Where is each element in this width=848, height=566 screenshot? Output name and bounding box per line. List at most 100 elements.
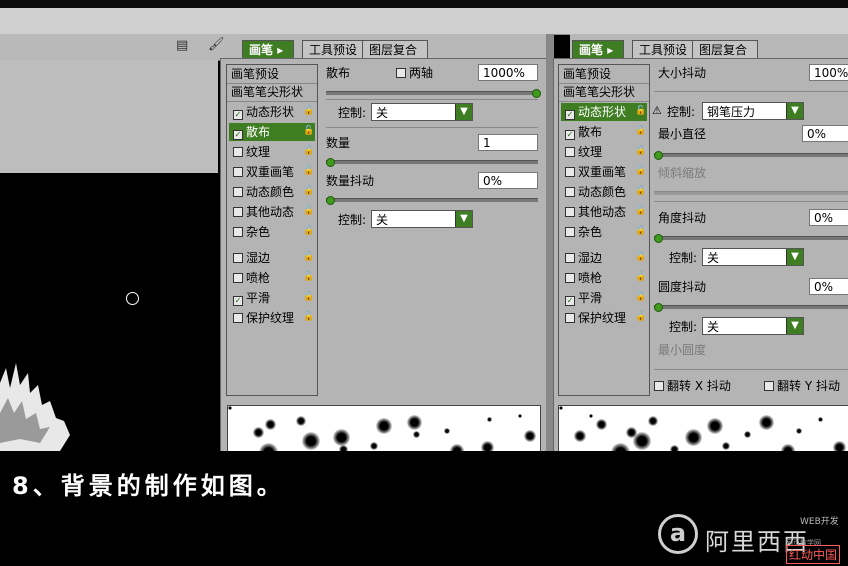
flip-y-checkbox[interactable]: 翻转 Y 抖动 xyxy=(764,378,840,394)
lock-icon[interactable]: 🔓 xyxy=(303,253,314,262)
lock-icon[interactable]: 🔓 xyxy=(635,273,646,282)
control-select[interactable]: 关 ▼ xyxy=(371,103,473,121)
slider-knob[interactable] xyxy=(654,151,663,160)
flip-x-checkbox[interactable]: 翻转 X 抖动 xyxy=(654,378,731,394)
list-item[interactable]: 杂色 🔓 xyxy=(561,223,647,241)
count-jitter-value[interactable]: 0% xyxy=(478,172,538,189)
control3-select-right[interactable]: 关 ▼ xyxy=(702,317,804,335)
size-jitter-value[interactable]: 100% xyxy=(809,64,848,81)
lock-icon[interactable]: 🔓 xyxy=(635,293,646,302)
brush-icon[interactable]: 🖌 xyxy=(208,37,225,52)
tab-layer-comps[interactable]: 图层复合 xyxy=(362,40,429,59)
checkbox[interactable]: ✓ xyxy=(565,130,575,140)
lock-icon[interactable]: 🔓 xyxy=(635,107,646,116)
checkbox[interactable]: ✓ xyxy=(233,110,243,120)
tab-brush-right[interactable]: 画笔 ▸ xyxy=(572,40,625,59)
list-item[interactable]: 杂色 🔓 xyxy=(229,223,315,241)
lock-icon[interactable]: 🔓 xyxy=(635,253,646,262)
count-slider[interactable] xyxy=(326,158,538,167)
scatter-value[interactable]: 1000% xyxy=(478,64,538,81)
lock-icon[interactable]: 🔓 xyxy=(303,147,314,156)
checkbox[interactable] xyxy=(233,187,243,197)
checkbox[interactable] xyxy=(233,167,243,177)
list-item-presets[interactable]: 画笔预设 xyxy=(227,65,317,84)
checkbox[interactable]: ✓ xyxy=(233,130,243,140)
lock-icon[interactable]: 🔓 xyxy=(303,273,314,282)
tab-brush[interactable]: 画笔 ▸ xyxy=(242,40,295,59)
control2-select-right[interactable]: 关 ▼ xyxy=(702,248,804,266)
checkbox[interactable] xyxy=(233,207,243,217)
tab-tool-presets[interactable]: 工具预设 xyxy=(302,40,369,59)
list-item[interactable]: 双重画笔 🔓 xyxy=(229,163,315,181)
list-item[interactable]: ✓ 散布 🔓 xyxy=(229,123,315,141)
list-item[interactable]: 动态颜色 🔓 xyxy=(561,183,647,201)
lock-icon[interactable]: 🔓 xyxy=(303,167,314,176)
lock-icon[interactable]: 🔓 xyxy=(303,187,314,196)
lock-icon[interactable]: 🔓 xyxy=(303,107,314,116)
lock-icon[interactable]: 🔓 xyxy=(635,207,646,216)
lock-icon[interactable]: 🔓 xyxy=(303,313,314,322)
count-value[interactable]: 1 xyxy=(478,134,538,151)
list-item[interactable]: 纹理 🔓 xyxy=(229,143,315,161)
both-axes-checkbox[interactable]: 两轴 xyxy=(396,65,433,81)
list-item[interactable]: 喷枪 🔓 xyxy=(561,269,647,287)
count-jitter-slider[interactable] xyxy=(326,196,538,205)
list-item[interactable]: ✓ 平滑 🔓 xyxy=(229,289,315,307)
list-item[interactable]: 动态颜色 🔓 xyxy=(229,183,315,201)
lock-icon[interactable]: 🔓 xyxy=(303,293,314,302)
checkbox[interactable] xyxy=(233,147,243,157)
slider-knob[interactable] xyxy=(654,234,663,243)
list-item[interactable]: ✓ 平滑 🔓 xyxy=(561,289,647,307)
checkbox[interactable] xyxy=(565,227,575,237)
list-item-tip-shape[interactable]: 画笔笔尖形状 xyxy=(559,83,649,102)
list-item[interactable]: 保护纹理 🔓 xyxy=(229,309,315,327)
lock-icon[interactable]: 🔓 xyxy=(303,227,314,236)
checkbox[interactable] xyxy=(565,187,575,197)
slider-knob[interactable] xyxy=(326,158,335,167)
lock-icon[interactable]: 🔓 xyxy=(635,227,646,236)
checkbox[interactable] xyxy=(565,207,575,217)
checkbox[interactable] xyxy=(565,253,575,263)
min-diameter-slider[interactable] xyxy=(654,151,848,160)
checkbox[interactable] xyxy=(233,253,243,263)
scatter-slider[interactable] xyxy=(326,89,541,98)
slider-knob[interactable] xyxy=(654,303,663,312)
list-item[interactable]: ✓ 散布 🔓 xyxy=(561,123,647,141)
checkbox[interactable]: ✓ xyxy=(565,110,575,120)
checkbox[interactable] xyxy=(565,147,575,157)
lock-icon[interactable]: 🔓 xyxy=(635,187,646,196)
control-select-right[interactable]: 钢笔压力 ▼ xyxy=(702,102,804,120)
angle-jitter-slider[interactable] xyxy=(654,234,848,243)
list-item[interactable]: ✓ 动态形状 🔓 xyxy=(561,103,647,121)
list-item[interactable]: 湿边 🔓 xyxy=(229,249,315,267)
canvas[interactable] xyxy=(0,173,218,451)
roundness-jitter-value[interactable]: 0% xyxy=(809,278,848,295)
tab-tool-presets-right[interactable]: 工具预设 xyxy=(632,40,699,59)
checkbox[interactable] xyxy=(233,273,243,283)
lock-icon[interactable]: 🔓 xyxy=(635,147,646,156)
list-item[interactable]: 喷枪 🔓 xyxy=(229,269,315,287)
roundness-jitter-slider[interactable] xyxy=(654,303,848,312)
slider-knob[interactable] xyxy=(326,196,335,205)
checkbox[interactable] xyxy=(565,167,575,177)
checkbox[interactable] xyxy=(233,313,243,323)
control2-select[interactable]: 关 ▼ xyxy=(371,210,473,228)
list-item[interactable]: 其他动态 🔓 xyxy=(229,203,315,221)
checkbox[interactable]: ✓ xyxy=(233,296,243,306)
list-item[interactable]: 纹理 🔓 xyxy=(561,143,647,161)
list-item[interactable]: 其他动态 🔓 xyxy=(561,203,647,221)
lock-icon[interactable]: 🔓 xyxy=(303,127,314,136)
list-item[interactable]: 保护纹理 🔓 xyxy=(561,309,647,327)
checkbox[interactable] xyxy=(565,273,575,283)
lock-icon[interactable]: 🔓 xyxy=(635,127,646,136)
angle-jitter-value[interactable]: 0% xyxy=(809,209,848,226)
list-item[interactable]: 湿边 🔓 xyxy=(561,249,647,267)
slider-knob[interactable] xyxy=(532,89,541,98)
list-item-presets-right[interactable]: 画笔预设 xyxy=(559,65,649,84)
checkbox[interactable] xyxy=(233,227,243,237)
list-item[interactable]: 双重画笔 🔓 xyxy=(561,163,647,181)
lock-icon[interactable]: 🔓 xyxy=(635,167,646,176)
tab-layer-comps-right[interactable]: 图层复合 xyxy=(692,40,759,59)
checkbox[interactable]: ✓ xyxy=(565,296,575,306)
min-diameter-value[interactable]: 0% xyxy=(802,125,848,142)
